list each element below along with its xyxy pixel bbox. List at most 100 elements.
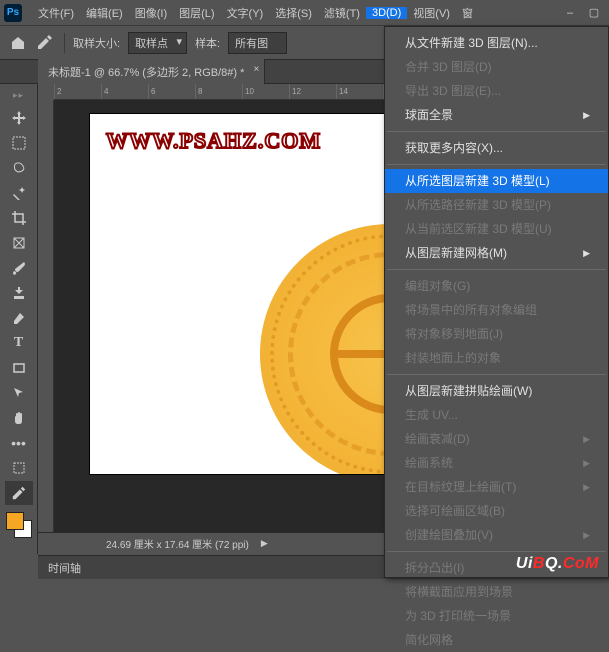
foreground-color-swatch[interactable] xyxy=(6,512,24,530)
sample-size-select[interactable]: 取样点 ▾ xyxy=(128,32,187,54)
menu-item-label: 绘画系统 xyxy=(405,455,453,471)
document-canvas[interactable]: WWW.PSAHZ.COM xyxy=(90,114,430,474)
submenu-arrow-icon: ▶ xyxy=(583,479,590,495)
app-logo: Ps xyxy=(4,4,22,22)
menu-item-label: 从当前选区新建 3D 模型(U) xyxy=(405,221,552,237)
clone-stamp-tool[interactable] xyxy=(5,281,33,305)
separator xyxy=(64,33,65,53)
menu-item-label: 编组对象(G) xyxy=(405,278,470,294)
maximize-button[interactable]: ▢ xyxy=(583,4,605,22)
color-swatches[interactable] xyxy=(6,512,32,538)
menubar: Ps 文件(F) 编辑(E) 图像(I) 图层(L) 文字(Y) 选择(S) 滤… xyxy=(0,0,609,26)
menu-item: 创建绘图叠加(V) ▶ xyxy=(385,523,608,547)
marquee-tool[interactable] xyxy=(5,131,33,155)
edit-toolbar[interactable] xyxy=(5,456,33,480)
window-controls: – ▢ xyxy=(559,4,609,22)
menu-item-label: 球面全景 xyxy=(405,107,453,123)
panel-grip[interactable]: ▸▸ xyxy=(13,90,24,101)
menu-view[interactable]: 视图(V) xyxy=(407,5,456,21)
menu-item-label: 从所选路径新建 3D 模型(P) xyxy=(405,197,551,213)
menu-item: 生成 UV... xyxy=(385,403,608,427)
menu-separator xyxy=(387,551,606,552)
menu-layer[interactable]: 图层(L) xyxy=(173,5,220,21)
document-tab[interactable]: 未标题-1 @ 66.7% (多边形 2, RGB/8#) * × xyxy=(38,59,265,85)
document-dimensions: 24.69 厘米 x 17.64 厘米 (72 ppi) xyxy=(98,536,257,551)
menu-item: 将场景中的所有对象编组 xyxy=(385,298,608,322)
crop-tool[interactable] xyxy=(5,206,33,230)
lasso-tool[interactable] xyxy=(5,156,33,180)
menu-item-label: 从图层新建网格(M) xyxy=(405,245,507,261)
home-icon[interactable] xyxy=(8,33,28,53)
menu-item[interactable]: 从图层新建网格(M) ▶ xyxy=(385,241,608,265)
menu-file[interactable]: 文件(F) xyxy=(32,5,80,21)
menu-separator xyxy=(387,164,606,165)
tools-panel: ▸▸ T ••• xyxy=(0,84,38,554)
path-select-tool[interactable] xyxy=(5,381,33,405)
menu-item: 封装地面上的对象 xyxy=(385,346,608,370)
dots-tool[interactable]: ••• xyxy=(5,431,33,455)
menu-item-label: 生成 UV... xyxy=(405,407,458,423)
status-menu-arrow[interactable]: ▶ xyxy=(261,538,268,549)
menu-item: 在目标纹理上绘画(T) ▶ xyxy=(385,475,608,499)
menu-type[interactable]: 文字(Y) xyxy=(221,5,270,21)
sample-select[interactable]: 所有图 xyxy=(228,32,287,54)
hand-tool[interactable] xyxy=(5,406,33,430)
menu-separator xyxy=(387,374,606,375)
menu-item[interactable]: 从文件新建 3D 图层(N)... xyxy=(385,31,608,55)
menu-item: 编组对象(G) xyxy=(385,274,608,298)
menu-item-label: 将横截面应用到场景 xyxy=(405,584,513,600)
menu-item[interactable]: 获取更多内容(X)... xyxy=(385,136,608,160)
menu-item-label: 为 3D 打印统一场景 xyxy=(405,608,511,624)
submenu-arrow-icon: ▶ xyxy=(583,527,590,543)
menu-item[interactable]: 球面全景 ▶ xyxy=(385,103,608,127)
magic-wand-tool[interactable] xyxy=(5,181,33,205)
menu-select[interactable]: 选择(S) xyxy=(269,5,318,21)
brush-tool[interactable] xyxy=(5,256,33,280)
vertical-ruler[interactable] xyxy=(38,100,54,554)
menu-item-label: 合并 3D 图层(D) xyxy=(405,59,492,75)
minimize-button[interactable]: – xyxy=(559,4,581,22)
menu-separator xyxy=(387,131,606,132)
menu-item: 从所选路径新建 3D 模型(P) xyxy=(385,193,608,217)
menu-item: 为 3D 打印统一场景 xyxy=(385,604,608,628)
eyedropper-tool[interactable] xyxy=(5,481,33,505)
move-tool[interactable] xyxy=(5,106,33,130)
menu-item[interactable]: 从图层新建拼贴绘画(W) xyxy=(385,379,608,403)
menu-edit[interactable]: 编辑(E) xyxy=(80,5,129,21)
ruler-origin[interactable] xyxy=(38,84,54,100)
submenu-arrow-icon: ▶ xyxy=(583,245,590,261)
watermark-text: WWW.PSAHZ.COM xyxy=(106,128,321,154)
frame-tool[interactable] xyxy=(5,231,33,255)
menu-3d[interactable]: 3D(D) xyxy=(366,7,407,19)
eyedropper-tool-icon[interactable] xyxy=(36,33,56,53)
close-tab-icon[interactable]: × xyxy=(254,64,260,75)
menu-item-label: 拆分凸出(I) xyxy=(405,560,464,576)
menu-separator xyxy=(387,269,606,270)
eraser-tool[interactable] xyxy=(5,306,33,330)
menu-item-label: 从所选图层新建 3D 模型(L) xyxy=(405,173,550,189)
menu-item: 从当前选区新建 3D 模型(U) xyxy=(385,217,608,241)
type-tool[interactable]: T xyxy=(5,331,33,355)
3d-menu-dropdown: 从文件新建 3D 图层(N)... 合并 3D 图层(D) 导出 3D 图层(E).… xyxy=(384,26,609,578)
menu-item-label: 创建绘图叠加(V) xyxy=(405,527,493,543)
timeline-label: 时间轴 xyxy=(48,560,81,576)
submenu-arrow-icon: ▶ xyxy=(583,107,590,123)
menu-item: 绘画衰减(D) ▶ xyxy=(385,427,608,451)
sample-label: 样本: xyxy=(195,35,220,51)
menu-item: 选择可绘画区域(B) xyxy=(385,499,608,523)
menu-item-label: 从图层新建拼贴绘画(W) xyxy=(405,383,532,399)
submenu-arrow-icon: ▶ xyxy=(583,431,590,447)
menu-item-label: 封装地面上的对象 xyxy=(405,350,501,366)
menu-item: 合并 3D 图层(D) xyxy=(385,55,608,79)
rectangle-tool[interactable] xyxy=(5,356,33,380)
menu-window[interactable]: 窗 xyxy=(456,5,479,21)
menu-item-label: 在目标纹理上绘画(T) xyxy=(405,479,516,495)
menu-item-label: 导出 3D 图层(E)... xyxy=(405,83,501,99)
menu-item: 导出 3D 图层(E)... xyxy=(385,79,608,103)
menu-item[interactable]: 从所选图层新建 3D 模型(L) xyxy=(385,169,608,193)
menu-item-label: 将对象移到地面(J) xyxy=(405,326,503,342)
menu-image[interactable]: 图像(I) xyxy=(129,5,173,21)
menu-item: 将横截面应用到场景 xyxy=(385,580,608,604)
menu-filter[interactable]: 滤镜(T) xyxy=(318,5,366,21)
menu-item-label: 绘画衰减(D) xyxy=(405,431,470,447)
